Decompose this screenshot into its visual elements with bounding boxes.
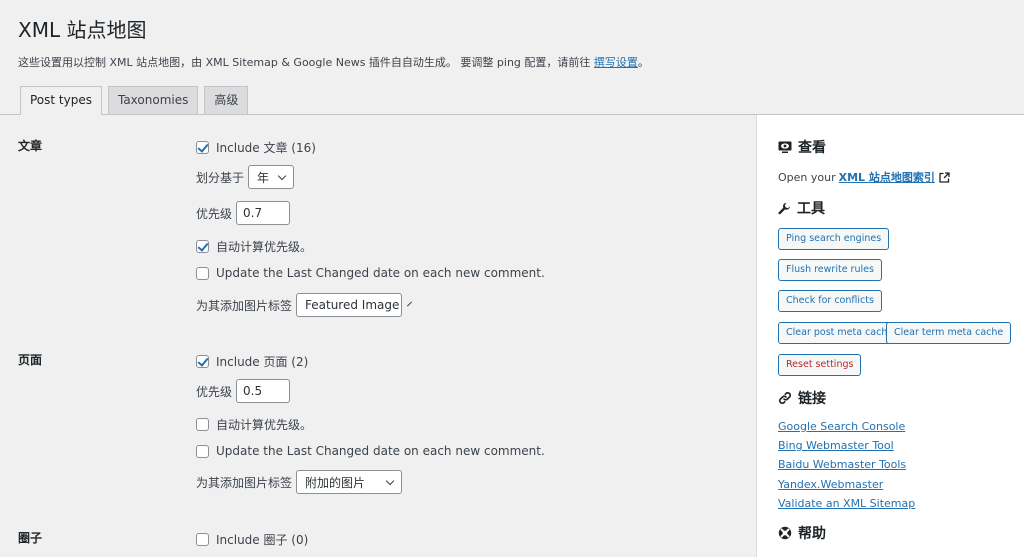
section-label-posts: 文章 xyxy=(18,139,43,153)
visibility-icon xyxy=(778,141,792,153)
help-heading-text: 帮助 xyxy=(798,526,826,542)
post-priority-row: 优先级 0.7 xyxy=(196,201,291,225)
post-update-lastmod-checkbox[interactable] xyxy=(196,266,209,280)
split-by-value: 年 xyxy=(257,170,270,185)
include-circles-row: Include 圈子 (0) xyxy=(196,531,308,548)
tools-heading-text: 工具 xyxy=(797,201,825,217)
page-title: XML 站点地图 xyxy=(18,18,147,42)
include-circles-label: Include 圈子 (0) xyxy=(216,533,309,547)
post-priority-label: 优先级 xyxy=(196,206,233,221)
page-update-lastmod-checkbox[interactable] xyxy=(196,444,209,458)
tab-advanced[interactable]: 高级 xyxy=(204,86,249,114)
chevron-down-icon xyxy=(407,301,413,306)
links-heading-text: 链接 xyxy=(798,391,826,407)
post-image-tag-select[interactable]: Featured Image xyxy=(296,293,413,317)
include-circles-checkbox[interactable] xyxy=(196,533,209,546)
sitemap-index-link[interactable]: XML 站点地图索引 xyxy=(839,169,935,185)
page-image-tag-label: 为其添加图片标签 xyxy=(196,475,293,490)
page-description: 这些设置用以控制 XML 站点地图，由 XML Sitemap & Google… xyxy=(18,54,649,70)
split-by-select[interactable]: 年 xyxy=(248,165,295,189)
include-posts-checkbox[interactable] xyxy=(196,141,209,154)
link-google-search-console[interactable]: Google Search Console xyxy=(778,420,905,433)
post-auto-priority-checkbox[interactable] xyxy=(196,240,209,253)
page-auto-priority-row: 自动计算优先级。 xyxy=(196,416,312,433)
reset-settings-button[interactable]: Reset settings xyxy=(778,354,862,376)
include-posts-row: Include 文章 (16) xyxy=(196,139,316,156)
link-validate-sitemap[interactable]: Validate an XML Sitemap xyxy=(778,497,915,510)
link-bing-webmaster[interactable]: Bing Webmaster Tool xyxy=(778,439,894,452)
page-auto-priority-checkbox[interactable] xyxy=(196,418,209,431)
split-by-row: 划分基于 年 xyxy=(196,165,295,189)
page-update-lastmod-row: Update the Last Changed date on each new… xyxy=(196,444,545,458)
open-sitemap-row: Open your XML 站点地图索引 xyxy=(778,169,950,185)
writing-settings-link[interactable]: 撰写设置 xyxy=(594,56,638,69)
post-update-lastmod-label: Update the Last Changed date on each new… xyxy=(216,266,545,280)
description-suffix: 。 xyxy=(637,56,649,69)
post-priority-input[interactable]: 0.7 xyxy=(236,201,291,225)
page-priority-label: 优先级 xyxy=(196,384,233,399)
open-sitemap-text: Open your xyxy=(778,170,836,184)
section-label-pages: 页面 xyxy=(18,353,43,367)
link-yandex-webmaster[interactable]: Yandex.Webmaster xyxy=(778,478,883,491)
links-heading: 链接 xyxy=(778,388,826,408)
include-pages-checkbox[interactable] xyxy=(196,355,209,368)
clear-term-meta-button[interactable]: Clear term meta cache xyxy=(886,322,1012,344)
page-auto-priority-label: 自动计算优先级。 xyxy=(216,418,313,432)
page-image-tag-select[interactable]: 附加的图片 xyxy=(296,470,403,494)
view-heading: 查看 xyxy=(778,137,826,157)
check-conflicts-button[interactable]: Check for conflicts xyxy=(778,290,882,312)
chevron-down-icon xyxy=(277,171,287,180)
flush-rewrite-rules-button[interactable]: Flush rewrite rules xyxy=(778,259,882,281)
chevron-down-icon xyxy=(385,476,395,485)
description-text: 这些设置用以控制 XML 站点地图，由 XML Sitemap & Google… xyxy=(18,56,591,69)
tab-post-types[interactable]: Post types xyxy=(20,86,102,115)
page-image-tag-value: 附加的图片 xyxy=(305,475,366,490)
section-label-circles: 圈子 xyxy=(18,531,43,545)
wrench-icon xyxy=(778,202,790,214)
tools-heading: 工具 xyxy=(778,198,825,218)
include-pages-row: Include 页面 (2) xyxy=(196,353,308,370)
include-posts-label: Include 文章 (16) xyxy=(216,141,316,155)
include-pages-label: Include 页面 (2) xyxy=(216,355,309,369)
external-link-icon[interactable] xyxy=(939,171,950,183)
post-auto-priority-row: 自动计算优先级。 xyxy=(196,238,312,255)
tab-taxonomies[interactable]: Taxonomies xyxy=(107,86,199,114)
view-heading-text: 查看 xyxy=(798,140,826,156)
tab-bar: Post types Taxonomies 高级 xyxy=(20,86,249,115)
split-by-label: 划分基于 xyxy=(196,170,245,185)
page-priority-input[interactable]: 0.5 xyxy=(236,379,291,403)
page-image-tag-row: 为其添加图片标签 附加的图片 xyxy=(196,470,403,494)
post-auto-priority-label: 自动计算优先级。 xyxy=(216,240,313,254)
link-baidu-webmaster[interactable]: Baidu Webmaster Tools xyxy=(778,458,906,471)
page-priority-row: 优先级 0.5 xyxy=(196,379,291,403)
help-lifebuoy-icon xyxy=(778,526,792,540)
ping-search-engines-button[interactable]: Ping search engines xyxy=(778,228,890,250)
post-image-tag-value: Featured Image xyxy=(305,298,400,312)
post-update-lastmod-row: Update the Last Changed date on each new… xyxy=(196,266,545,280)
post-image-tag-label: 为其添加图片标签 xyxy=(196,298,293,313)
post-image-tag-row: 为其添加图片标签 Featured Image xyxy=(196,293,413,317)
sidebar-panel: 查看 Open your XML 站点地图索引 工具 Ping search e… xyxy=(756,115,1024,557)
page-update-lastmod-label: Update the Last Changed date on each new… xyxy=(216,444,545,458)
link-icon xyxy=(778,391,792,405)
help-heading: 帮助 xyxy=(778,523,826,543)
